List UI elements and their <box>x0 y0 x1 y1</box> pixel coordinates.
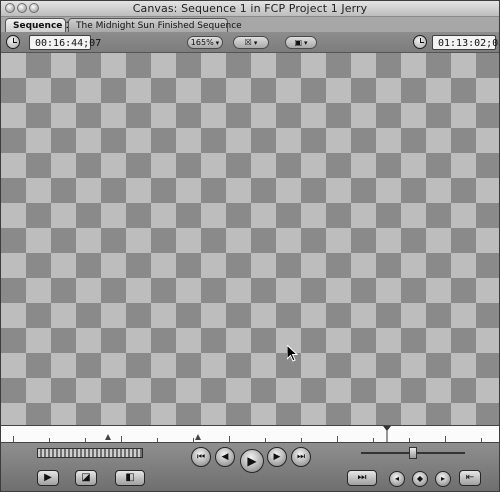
video-canvas[interactable] <box>1 53 499 425</box>
jog-knob[interactable] <box>409 447 417 459</box>
scrubber-tick <box>445 436 446 442</box>
mark-in-icon: ◂ <box>394 474 399 483</box>
mark-out-icon: ▸ <box>440 474 445 483</box>
canvas-toolbar: 00:16:44;07 165% ▾ ☒ ▾ ▣ ▾ 01:13:02;04 <box>1 33 499 53</box>
play-in-out-icon: ◀ <box>221 452 229 462</box>
mark-in-button[interactable]: ◂ <box>389 471 405 487</box>
match-frame-icon: ⏭ <box>357 472 367 483</box>
chevron-down-icon: ▾ <box>253 39 258 47</box>
view-popup-icon: ☒ <box>244 38 252 47</box>
scrubber-bar[interactable] <box>1 425 499 443</box>
current-time-clock-icon <box>413 35 427 49</box>
scrubber-tick <box>13 436 14 442</box>
scrubber-tick <box>157 438 158 442</box>
scrubber-tick <box>85 438 86 442</box>
replace-edit-button[interactable]: ◧ <box>115 470 145 486</box>
mark-clip-button[interactable]: ⇤ <box>459 470 481 486</box>
zoom-popup[interactable]: 165% ▾ <box>187 36 223 49</box>
canvas-window: Canvas: Sequence 1 in FCP Project 1 Jerr… <box>0 0 500 492</box>
shuttle-control[interactable] <box>37 448 143 458</box>
go-to-next-edit-button[interactable]: ⏭ <box>291 447 311 467</box>
marker-icon: ◆ <box>416 474 424 483</box>
mouse-pointer-icon <box>287 345 299 362</box>
scrubber-tick <box>409 438 410 442</box>
mark-out-button[interactable]: ▸ <box>435 471 451 487</box>
title-bar[interactable]: Canvas: Sequence 1 in FCP Project 1 Jerr… <box>1 1 499 17</box>
scrubber-tick <box>265 438 266 442</box>
scrubber-tick <box>301 438 302 442</box>
overwrite-edit-button[interactable]: ◪ <box>75 470 97 486</box>
timecode-current-field[interactable]: 01:13:02;04 <box>432 35 499 50</box>
play-around-icon: ▶ <box>273 452 281 462</box>
tab-bar: Sequence 1 The Midnight Sun Finished Seq… <box>1 17 499 33</box>
scrubber-tick <box>49 438 50 442</box>
add-marker-button[interactable]: ◆ <box>412 471 428 487</box>
out-point-marker[interactable] <box>195 434 201 440</box>
window-title: Canvas: Sequence 1 in FCP Project 1 Jerr… <box>132 2 368 15</box>
play-button[interactable]: ▶ <box>240 449 264 473</box>
play-icon: ▶ <box>247 454 257 468</box>
overlay-popup[interactable]: ▣ ▾ <box>285 36 317 49</box>
duration-clock-icon <box>6 35 20 49</box>
replace-icon: ◧ <box>125 472 135 483</box>
play-in-to-out-button[interactable]: ◀ <box>215 447 235 467</box>
play-around-current-button[interactable]: ▶ <box>267 447 287 467</box>
chevron-down-icon: ▾ <box>304 39 308 47</box>
next-edit-icon: ⏭ <box>296 452 306 462</box>
scrubber-tick <box>481 438 482 442</box>
insert-icon: ▶ <box>44 472 52 483</box>
timecode-duration-field[interactable]: 00:16:44;07 <box>29 35 101 50</box>
scrubber-tick <box>229 436 230 442</box>
playhead[interactable] <box>383 426 391 442</box>
go-to-previous-edit-button[interactable]: ⏮ <box>191 447 211 467</box>
transport-controls: ⏮ ◀ ▶ ▶ ⏭ ▶ ◪ ◧ ⏭ ◂ ◆ ▸ ⇤ <box>1 443 499 491</box>
zoom-popup-label: 165% <box>190 38 214 47</box>
jog-control[interactable] <box>361 447 465 459</box>
scrubber-tick <box>121 436 122 442</box>
view-popup[interactable]: ☒ ▾ <box>233 36 269 49</box>
scrubber-tick <box>373 438 374 442</box>
tab-midnight-sun[interactable]: The Midnight Sun Finished Sequence <box>68 18 242 32</box>
overwrite-icon: ◪ <box>81 472 91 483</box>
match-frame-button[interactable]: ⏭ <box>347 470 377 486</box>
scrubber-tick <box>337 436 338 442</box>
chevron-down-icon: ▾ <box>215 39 220 47</box>
in-point-marker[interactable] <box>105 434 111 440</box>
insert-edit-button[interactable]: ▶ <box>37 470 59 486</box>
previous-edit-icon: ⏮ <box>196 452 206 462</box>
scrubber-tick <box>193 438 194 442</box>
overlay-popup-icon: ▣ <box>294 38 303 47</box>
mark-clip-icon: ⇤ <box>465 472 475 483</box>
tab-sequence-1[interactable]: Sequence 1 <box>5 18 72 32</box>
